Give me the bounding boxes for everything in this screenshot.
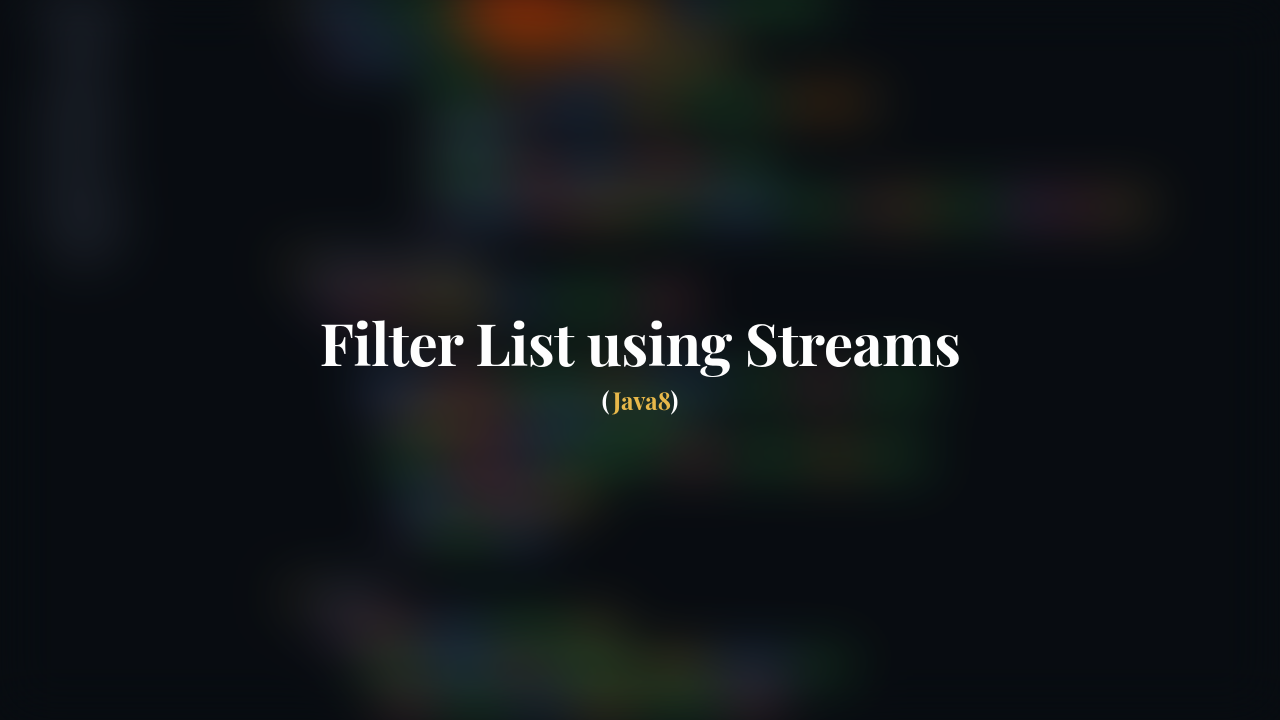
close-paren: ) <box>671 385 679 417</box>
open-paren: ( <box>602 385 613 417</box>
hero-content: Filter List using Streams (Java8) <box>0 0 1280 720</box>
page-title: Filter List using Streams <box>320 303 961 381</box>
tech-label: Java8 <box>613 385 671 417</box>
page-subtitle: (Java8) <box>602 385 678 417</box>
